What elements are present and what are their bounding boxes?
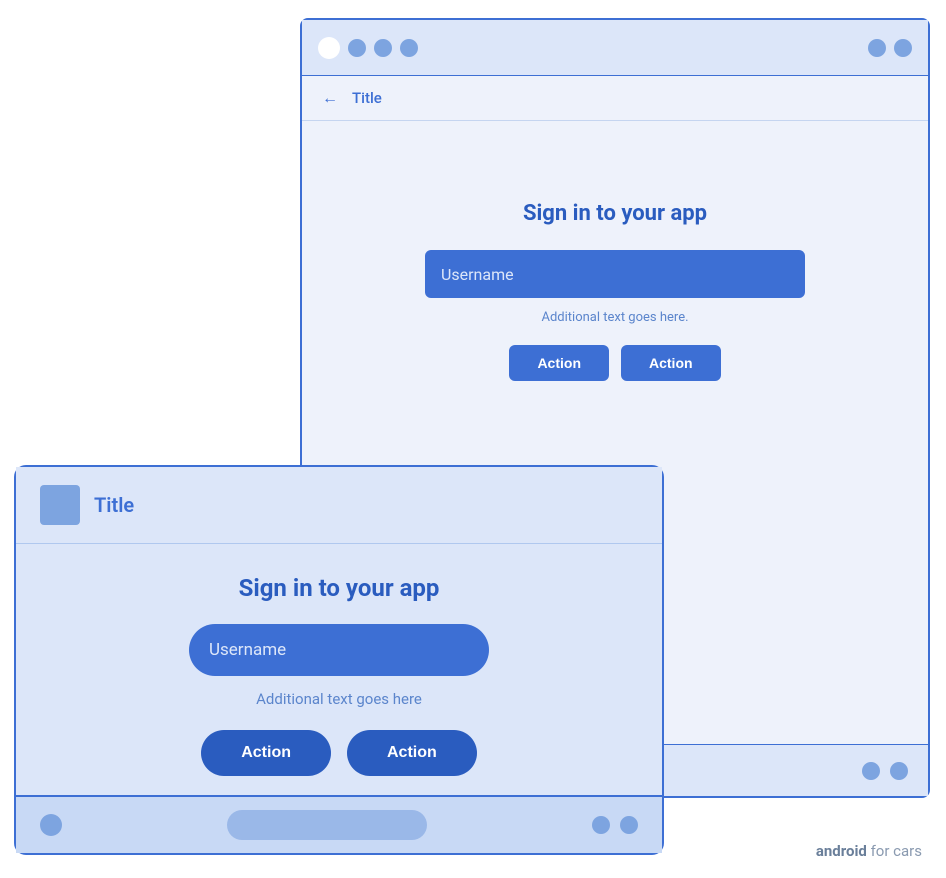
status-dot-1 <box>348 39 366 57</box>
car-bottom-center <box>62 810 592 840</box>
brand-for-cars: for cars <box>867 842 922 860</box>
car-bottom-pill <box>227 810 427 840</box>
car-bottom-dot-r1 <box>592 816 610 834</box>
status-dot-r2 <box>894 39 912 57</box>
car-bottom-dot-left <box>40 814 62 836</box>
car-username-input[interactable]: Username <box>189 624 489 676</box>
car-bottom-dot-r2 <box>620 816 638 834</box>
car-logo-icon <box>40 485 80 525</box>
brand-label: android for cars <box>816 842 922 860</box>
car-bottom-left <box>40 814 62 836</box>
car-bottom-right <box>592 816 638 834</box>
car-header: Title <box>16 467 662 544</box>
car-content: Sign in to your app Username Additional … <box>16 544 662 796</box>
phone-nav-bar: ← Title <box>302 76 928 121</box>
car-action-row: Action Action <box>201 730 477 776</box>
car-action-button-2[interactable]: Action <box>347 730 477 776</box>
phone-sign-in-title: Sign in to your app <box>523 201 707 226</box>
phone-nav-title: Title <box>352 89 382 107</box>
car-header-title: Title <box>94 493 134 517</box>
car-bottom-bar <box>16 795 662 853</box>
phone-action-row: Action Action <box>509 345 720 381</box>
status-dots-left <box>318 37 418 59</box>
status-dot-white <box>318 37 340 59</box>
phone-bottom-dot-1 <box>862 762 880 780</box>
phone-action-button-2[interactable]: Action <box>621 345 721 381</box>
car-sign-in-title: Sign in to your app <box>239 574 440 602</box>
phone-action-button-1[interactable]: Action <box>509 345 609 381</box>
phone-username-label: Username <box>441 265 514 284</box>
car-mockup: Title Sign in to your app Username Addit… <box>14 465 664 855</box>
phone-status-bar <box>302 20 928 76</box>
status-dot-3 <box>400 39 418 57</box>
phone-bottom-dot-2 <box>890 762 908 780</box>
phone-content: Sign in to your app Username Additional … <box>302 121 928 421</box>
car-action-button-1[interactable]: Action <box>201 730 331 776</box>
phone-additional-text: Additional text goes here. <box>541 310 688 325</box>
car-additional-text: Additional text goes here <box>256 690 422 708</box>
phone-username-input[interactable]: Username <box>425 250 805 298</box>
status-dots-right <box>868 39 912 57</box>
car-username-label: Username <box>209 640 286 660</box>
status-dot-2 <box>374 39 392 57</box>
back-arrow-icon[interactable]: ← <box>322 88 338 108</box>
brand-android: android <box>816 842 867 860</box>
status-dot-r1 <box>868 39 886 57</box>
